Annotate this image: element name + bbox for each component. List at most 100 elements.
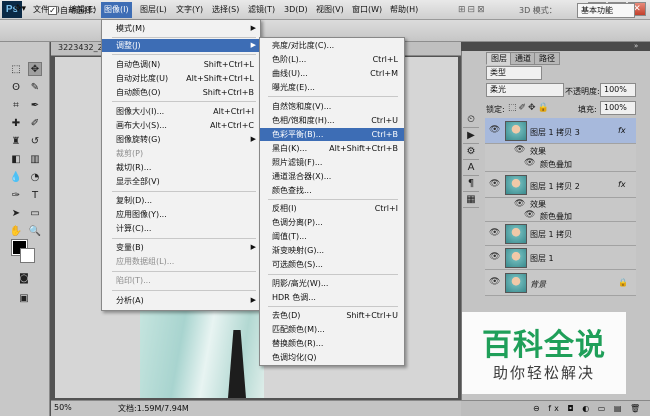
- properties-icon[interactable]: ⚙: [463, 144, 479, 160]
- menu-item-duplicate[interactable]: 复制(D)...: [102, 194, 260, 207]
- eye-icon[interactable]: 👁: [489, 252, 500, 262]
- pen-tool-icon[interactable]: ✑: [9, 189, 23, 203]
- blend-mode-select[interactable]: 柔光: [486, 83, 564, 97]
- layer-actions-icons[interactable]: ⊖ fx ◘ ◐ ▭ ▤ 🗑: [533, 404, 643, 413]
- screen-mode-icon[interactable]: ▣: [17, 292, 31, 306]
- menu-item-threshold[interactable]: 阈值(T)...: [260, 230, 404, 243]
- dodge-tool-icon[interactable]: ◔: [28, 171, 42, 185]
- menu-item-posterize[interactable]: 色调分离(P)...: [260, 216, 404, 229]
- menu-item-channel-mixer[interactable]: 通道混合器(X)...: [260, 170, 404, 183]
- menu-item-mode[interactable]: 模式(M) ▶: [102, 22, 260, 35]
- menu-item-hue-saturation[interactable]: 色相/饱和度(H)... Ctrl+U: [260, 114, 404, 127]
- lasso-tool-icon[interactable]: ʘ: [9, 81, 23, 95]
- eye-icon[interactable]: 👁: [489, 228, 500, 238]
- menu-item-invert[interactable]: 反相(I) Ctrl+I: [260, 202, 404, 215]
- menu-item-auto-contrast[interactable]: 自动对比度(U) Alt+Shift+Ctrl+L: [102, 72, 260, 85]
- menu-item-shadows-highlights[interactable]: 阴影/高光(W)...: [260, 277, 404, 290]
- zoom-level[interactable]: 50%: [54, 403, 72, 412]
- workspace-select[interactable]: 基本功能: [577, 3, 635, 18]
- gradient-tool-icon[interactable]: ▥: [28, 153, 42, 167]
- menu-item-adjust[interactable]: 调整(J) ▶: [102, 39, 260, 52]
- menu-layer[interactable]: 图层(L): [137, 2, 170, 18]
- fx-icon[interactable]: fx: [618, 126, 626, 135]
- paragraph-icon[interactable]: ¶: [463, 176, 479, 192]
- menu-type[interactable]: 文字(Y): [173, 2, 206, 18]
- history-brush-tool-icon[interactable]: ↺: [28, 135, 42, 149]
- menu-item-desaturate[interactable]: 去色(D) Shift+Ctrl+U: [260, 309, 404, 322]
- menu-item-black-white[interactable]: 黑白(K)... Alt+Shift+Ctrl+B: [260, 142, 404, 155]
- fill-input[interactable]: 100%: [600, 101, 636, 115]
- menu-item-canvas-size[interactable]: 画布大小(S)... Alt+Ctrl+C: [102, 119, 260, 132]
- menu-help[interactable]: 帮助(H): [387, 2, 421, 18]
- opacity-input[interactable]: 100%: [600, 83, 636, 97]
- menu-item-levels[interactable]: 色阶(L)... Ctrl+L: [260, 53, 404, 66]
- menu-item-variables[interactable]: 变量(B) ▶: [102, 241, 260, 254]
- menu-select[interactable]: 选择(S): [209, 2, 242, 18]
- menu-image[interactable]: 图像(I): [101, 2, 132, 18]
- hand-tool-icon[interactable]: ✋: [9, 225, 23, 239]
- character-icon[interactable]: A: [463, 160, 479, 176]
- healing-brush-tool-icon[interactable]: ✚: [9, 117, 23, 131]
- menu-item-reveal-all[interactable]: 显示全部(V): [102, 175, 260, 188]
- blur-tool-icon[interactable]: 💧: [9, 171, 23, 185]
- menu-item-image-rotation[interactable]: 图像旋转(G) ▶: [102, 133, 260, 146]
- menu-item-color-lookup[interactable]: 颜色查找...: [260, 184, 404, 197]
- menu-item-brightness-contrast[interactable]: 亮度/对比度(C)...: [260, 39, 404, 52]
- path-selection-tool-icon[interactable]: ➤: [9, 207, 23, 221]
- move-tool-icon[interactable]: ✥: [28, 62, 42, 76]
- menu-3d[interactable]: 3D(D): [281, 2, 311, 18]
- menu-item-vibrance[interactable]: 自然饱和度(V)...: [260, 100, 404, 113]
- menu-item-crop[interactable]: 裁剪(P): [102, 147, 260, 160]
- rectangle-tool-icon[interactable]: ▭: [28, 207, 42, 221]
- menu-window[interactable]: 窗口(W): [349, 2, 385, 18]
- tab-channels[interactable]: 通道: [510, 52, 536, 65]
- background-color-swatch[interactable]: [20, 248, 35, 263]
- menu-item-selective-color[interactable]: 可选颜色(S)...: [260, 258, 404, 271]
- menu-item-auto-tone[interactable]: 自动色调(N) Shift+Ctrl+L: [102, 58, 260, 71]
- collapse-icon[interactable]: »: [634, 42, 638, 50]
- menu-item-replace-color[interactable]: 替换颜色(R)...: [260, 337, 404, 350]
- zoom-tool-icon[interactable]: 🔍: [28, 225, 42, 239]
- quick-select-tool-icon[interactable]: ✎: [28, 81, 42, 95]
- quick-mask-icon[interactable]: ◙: [17, 272, 31, 286]
- menu-item-apply-image[interactable]: 应用图像(Y)...: [102, 208, 260, 221]
- menu-item-image-size[interactable]: 图像大小(I)... Alt+Ctrl+I: [102, 105, 260, 118]
- lock-options-icon[interactable]: ⬚✐✥🔒: [508, 103, 551, 113]
- history-icon[interactable]: ⏲: [463, 112, 479, 128]
- menu-item-auto-color[interactable]: 自动颜色(O) Shift+Ctrl+B: [102, 86, 260, 99]
- menu-item-analysis[interactable]: 分析(A) ▶: [102, 294, 260, 307]
- marquee-tool-icon[interactable]: ⬚: [9, 63, 23, 77]
- menu-item-equalize[interactable]: 色调均化(Q): [260, 351, 404, 364]
- menu-item-photo-filter[interactable]: 照片滤镜(F)...: [260, 156, 404, 169]
- menu-item-hdr-toning[interactable]: HDR 色调...: [260, 291, 404, 304]
- menu-view[interactable]: 视图(V): [313, 2, 347, 18]
- eye-icon[interactable]: 👁: [489, 179, 500, 189]
- effects-eye-icon[interactable]: 👁: [514, 145, 525, 155]
- menu-item-exposure[interactable]: 曝光度(E)...: [260, 81, 404, 94]
- menu-filter[interactable]: 滤镜(T): [245, 2, 278, 18]
- menu-item-apply-data-set[interactable]: 应用数据组(L)...: [102, 255, 260, 268]
- align-buttons-icon[interactable]: ⊞⊟⊠: [458, 5, 516, 17]
- eyedropper-tool-icon[interactable]: ✒: [28, 99, 42, 113]
- tab-layers[interactable]: 图层: [486, 52, 512, 65]
- menu-item-color-balance[interactable]: 色彩平衡(B)... Ctrl+B: [260, 128, 404, 141]
- menu-item-gradient-map[interactable]: 渐变映射(G)...: [260, 244, 404, 257]
- menu-item-trap[interactable]: 陷印(T)...: [102, 274, 260, 287]
- eraser-tool-icon[interactable]: ◧: [9, 153, 23, 167]
- clone-stamp-tool-icon[interactable]: ♜: [9, 135, 23, 149]
- menu-item-match-color[interactable]: 匹配颜色(M)...: [260, 323, 404, 336]
- auto-select-checkbox[interactable]: ✓: [48, 6, 57, 15]
- fx-icon[interactable]: fx: [618, 180, 626, 189]
- effects-eye-icon[interactable]: 👁: [514, 199, 525, 209]
- overlay-eye-icon[interactable]: 👁: [524, 210, 535, 220]
- tab-paths[interactable]: 路径: [534, 52, 560, 65]
- type-tool-icon[interactable]: T: [28, 189, 42, 203]
- menu-item-calculations[interactable]: 计算(C)...: [102, 222, 260, 235]
- brush-tool-icon[interactable]: ✐: [28, 117, 42, 131]
- eye-icon[interactable]: 👁: [489, 125, 500, 135]
- crop-tool-icon[interactable]: ⌗: [9, 99, 23, 113]
- menu-item-curves[interactable]: 曲线(U)... Ctrl+M: [260, 67, 404, 80]
- actions-icon[interactable]: ▶: [463, 128, 479, 144]
- swatches-icon[interactable]: ▦: [463, 192, 479, 208]
- overlay-eye-icon[interactable]: 👁: [524, 158, 535, 168]
